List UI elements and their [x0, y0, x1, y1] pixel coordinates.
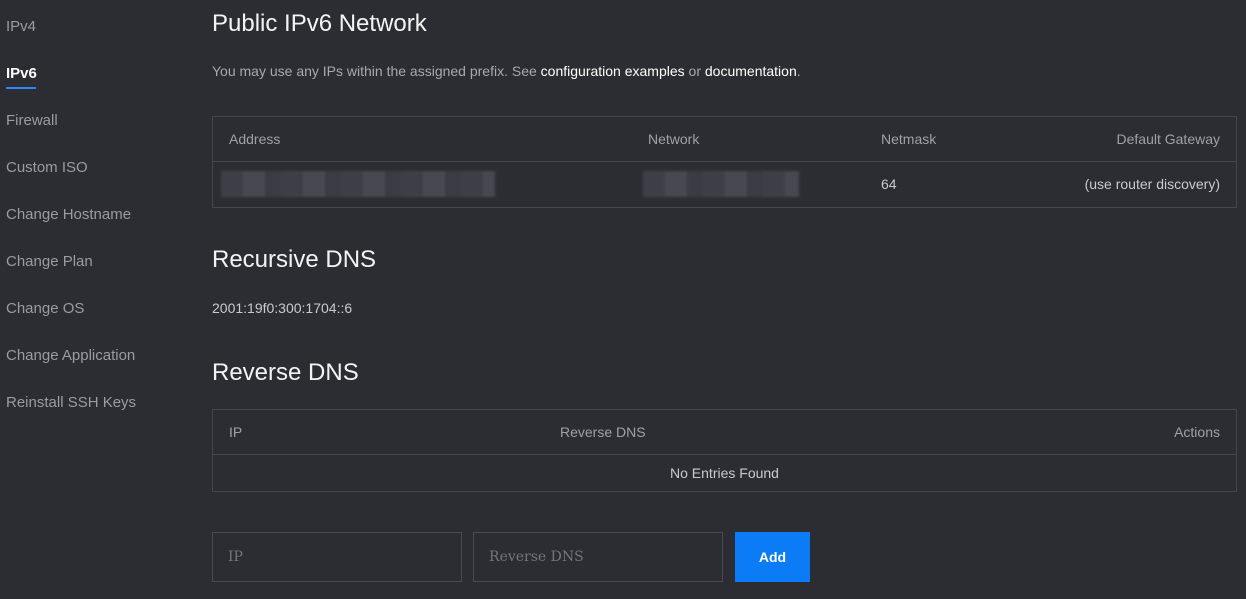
- reverse-dns-input[interactable]: [473, 532, 723, 582]
- sidebar-item-change-application[interactable]: Change Application: [6, 347, 135, 365]
- row-netmask: 64: [881, 176, 897, 192]
- active-tab-indicator: [6, 87, 36, 89]
- configuration-examples-link[interactable]: configuration examples: [541, 63, 685, 79]
- recursive-dns-value: 2001:19f0:300:1704::6: [212, 300, 353, 316]
- ipv6-description-suffix: .: [796, 63, 801, 79]
- reverse-dns-table: IP Reverse DNS Actions No Entries Found: [212, 409, 1237, 492]
- row-default-gateway: (use router discovery): [1084, 176, 1220, 192]
- header-reverse-dns: Reverse DNS: [560, 424, 646, 440]
- table-row: 64 (use router discovery): [213, 162, 1236, 207]
- sidebar-item-ipv6[interactable]: IPv6: [6, 65, 37, 83]
- ipv6-description-text: You may use any IPs within the assigned …: [212, 63, 541, 79]
- ip-input[interactable]: [212, 532, 462, 582]
- header-netmask: Netmask: [881, 131, 937, 147]
- sidebar-item-ipv4[interactable]: IPv4: [6, 18, 36, 36]
- ipv6-section-title: Public IPv6 Network: [212, 10, 427, 37]
- empty-state: No Entries Found: [670, 465, 779, 481]
- header-ip: IP: [229, 424, 243, 440]
- sidebar: IPv4 IPv6 Firewall Custom ISO Change Hos…: [0, 0, 190, 599]
- header-actions: Actions: [1174, 424, 1220, 440]
- sidebar-item-custom-iso[interactable]: Custom ISO: [6, 159, 88, 177]
- reverse-dns-table-header: IP Reverse DNS Actions: [213, 410, 1236, 455]
- documentation-link[interactable]: documentation: [705, 63, 797, 79]
- header-network: Network: [648, 131, 700, 147]
- sidebar-item-change-hostname[interactable]: Change Hostname: [6, 206, 131, 224]
- sidebar-item-reinstall-ssh-keys[interactable]: Reinstall SSH Keys: [6, 394, 136, 412]
- header-default-gateway: Default Gateway: [1116, 131, 1221, 147]
- redacted-address: [221, 171, 495, 197]
- ipv6-description: You may use any IPs within the assigned …: [212, 63, 801, 79]
- redacted-network: [643, 171, 799, 197]
- ipv6-network-table: Address Network Netmask Default Gateway …: [212, 116, 1237, 208]
- ipv6-description-or: or: [684, 63, 705, 79]
- sidebar-item-change-plan[interactable]: Change Plan: [6, 253, 93, 271]
- add-button[interactable]: Add: [735, 532, 810, 582]
- recursive-dns-title: Recursive DNS: [212, 246, 377, 273]
- reverse-dns-title: Reverse DNS: [212, 359, 359, 386]
- ipv6-table-header: Address Network Netmask Default Gateway: [213, 117, 1236, 162]
- header-address: Address: [229, 131, 281, 147]
- sidebar-item-firewall[interactable]: Firewall: [6, 112, 58, 130]
- sidebar-item-change-os[interactable]: Change OS: [6, 300, 84, 318]
